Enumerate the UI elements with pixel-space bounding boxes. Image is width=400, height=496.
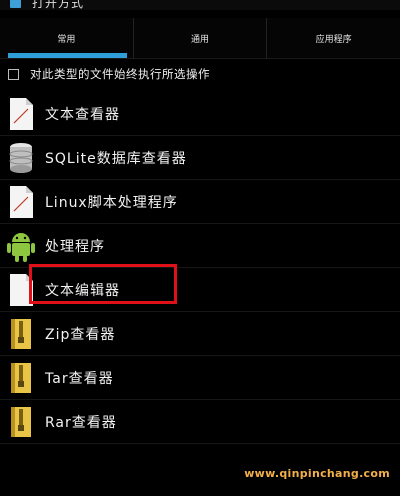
document-icon	[6, 185, 36, 219]
list-item-rar-viewer[interactable]: Rar查看器	[0, 400, 400, 444]
item-label: SQLite数据库查看器	[45, 150, 187, 167]
tab-common[interactable]: 常用	[0, 18, 133, 58]
tab-applications[interactable]: 应用程序	[266, 18, 400, 58]
list-item-text-viewer[interactable]: 文本查看器	[0, 92, 400, 136]
list-item-linux-script-handler[interactable]: Linux脚本处理程序	[0, 180, 400, 224]
item-label: Zip查看器	[45, 326, 116, 343]
item-label: Linux脚本处理程序	[45, 194, 178, 211]
android-icon	[6, 229, 36, 263]
always-use-checkbox[interactable]	[8, 68, 19, 80]
watermark: www.qinpinchang.com	[244, 467, 390, 480]
title-bar: 打开方式	[0, 0, 400, 10]
item-label: 处理程序	[45, 238, 105, 255]
app-icon	[10, 0, 21, 8]
list-item-handler[interactable]: 处理程序	[0, 224, 400, 268]
always-use-row[interactable]: 对此类型的文件始终执行所选操作	[0, 62, 400, 86]
archive-icon	[6, 361, 36, 395]
item-label: 文本查看器	[45, 106, 120, 123]
database-icon	[6, 141, 36, 175]
window-title: 打开方式	[32, 0, 85, 10]
tab-general[interactable]: 通用	[132, 18, 267, 58]
tab-bar: 常用 通用 应用程序	[0, 18, 400, 59]
list-item-tar-viewer[interactable]: Tar查看器	[0, 356, 400, 400]
always-use-label: 对此类型的文件始终执行所选操作	[30, 67, 210, 81]
archive-icon	[6, 405, 36, 439]
archive-icon	[6, 317, 36, 351]
document-icon	[6, 97, 36, 131]
list-item-sqlite-viewer[interactable]: SQLite数据库查看器	[0, 136, 400, 180]
item-label: Rar查看器	[45, 414, 117, 431]
selection-highlight-box	[29, 264, 177, 304]
item-label: Tar查看器	[45, 370, 114, 387]
list-item-zip-viewer[interactable]: Zip查看器	[0, 312, 400, 356]
